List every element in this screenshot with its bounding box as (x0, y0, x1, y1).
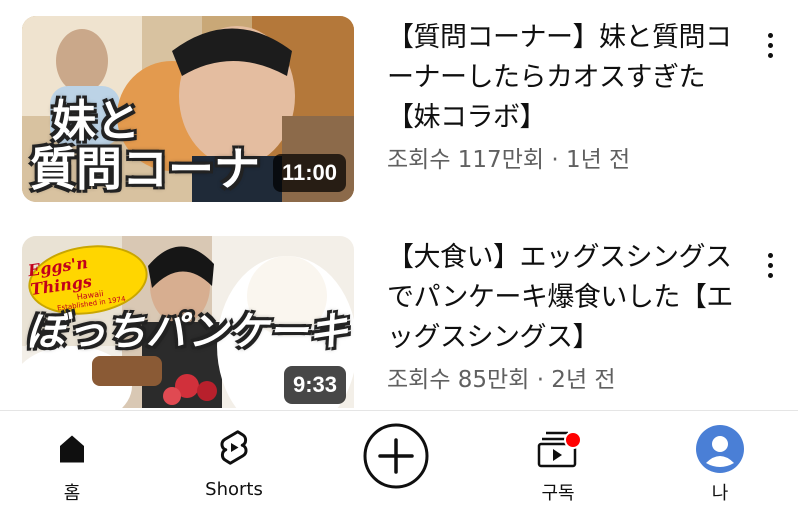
nav-label-me: 나 (711, 483, 729, 504)
nav-item-create[interactable] (336, 411, 456, 511)
video-thumbnail[interactable]: 妹と 質問コーナ 11:00 (22, 16, 354, 202)
video-title[interactable]: 【大食い】エッグスシングスでパンケーキ爆食いした【エッグスシングス】 (387, 238, 749, 358)
more-vert-icon[interactable] (757, 240, 783, 290)
nav-label-subscriptions: 구독 (541, 483, 575, 504)
nav-item-me[interactable]: 나 (660, 411, 780, 511)
thumbnail-caption-line1: 妹と (52, 96, 140, 147)
video-meta: 조회수 117만회 · 1년 전 (387, 147, 631, 173)
video-item[interactable]: Eggs'n Things Hawaii Established in 1974… (0, 236, 798, 426)
video-title[interactable]: 【質問コーナー】妹と質問コーナーしたらカオスすぎた【妹コラボ】 (387, 18, 749, 138)
home-icon (54, 425, 90, 473)
avatar-icon (696, 425, 744, 473)
thumbnail-caption: ぼっちパンケーキ (26, 308, 348, 355)
video-info[interactable]: 【大食い】エッグスシングスでパンケーキ爆食いした【エッグスシングス】 조회수 8… (387, 238, 749, 394)
nav-item-shorts[interactable]: Shorts (174, 411, 294, 511)
video-item[interactable]: 妹と 質問コーナ 11:00 【質問コーナー】妹と質問コーナーしたらカオスすぎた… (0, 16, 798, 206)
video-duration: 9:33 (283, 366, 346, 404)
bottom-navigation: 홈 Shorts 구독 나 (0, 410, 798, 521)
video-info[interactable]: 【質問コーナー】妹と質問コーナーしたらカオスすぎた【妹コラボ】 조회수 117만… (387, 18, 749, 174)
more-vert-icon[interactable] (757, 20, 783, 70)
nav-item-home[interactable]: 홈 (12, 411, 132, 511)
video-duration: 11:00 (272, 154, 346, 192)
nav-item-subscriptions[interactable]: 구독 (498, 411, 618, 511)
video-thumbnail[interactable]: Eggs'n Things Hawaii Established in 1974… (22, 236, 354, 408)
notification-dot (564, 431, 582, 449)
create-plus-icon (362, 421, 430, 491)
video-meta: 조회수 85만회 · 2년 전 (387, 367, 616, 393)
subscriptions-icon (536, 425, 582, 473)
nav-label-home: 홈 (63, 483, 81, 504)
shorts-icon (215, 425, 253, 473)
thumbnail-caption-line2: 質問コーナ (30, 142, 260, 196)
nav-label-shorts: Shorts (205, 479, 263, 500)
